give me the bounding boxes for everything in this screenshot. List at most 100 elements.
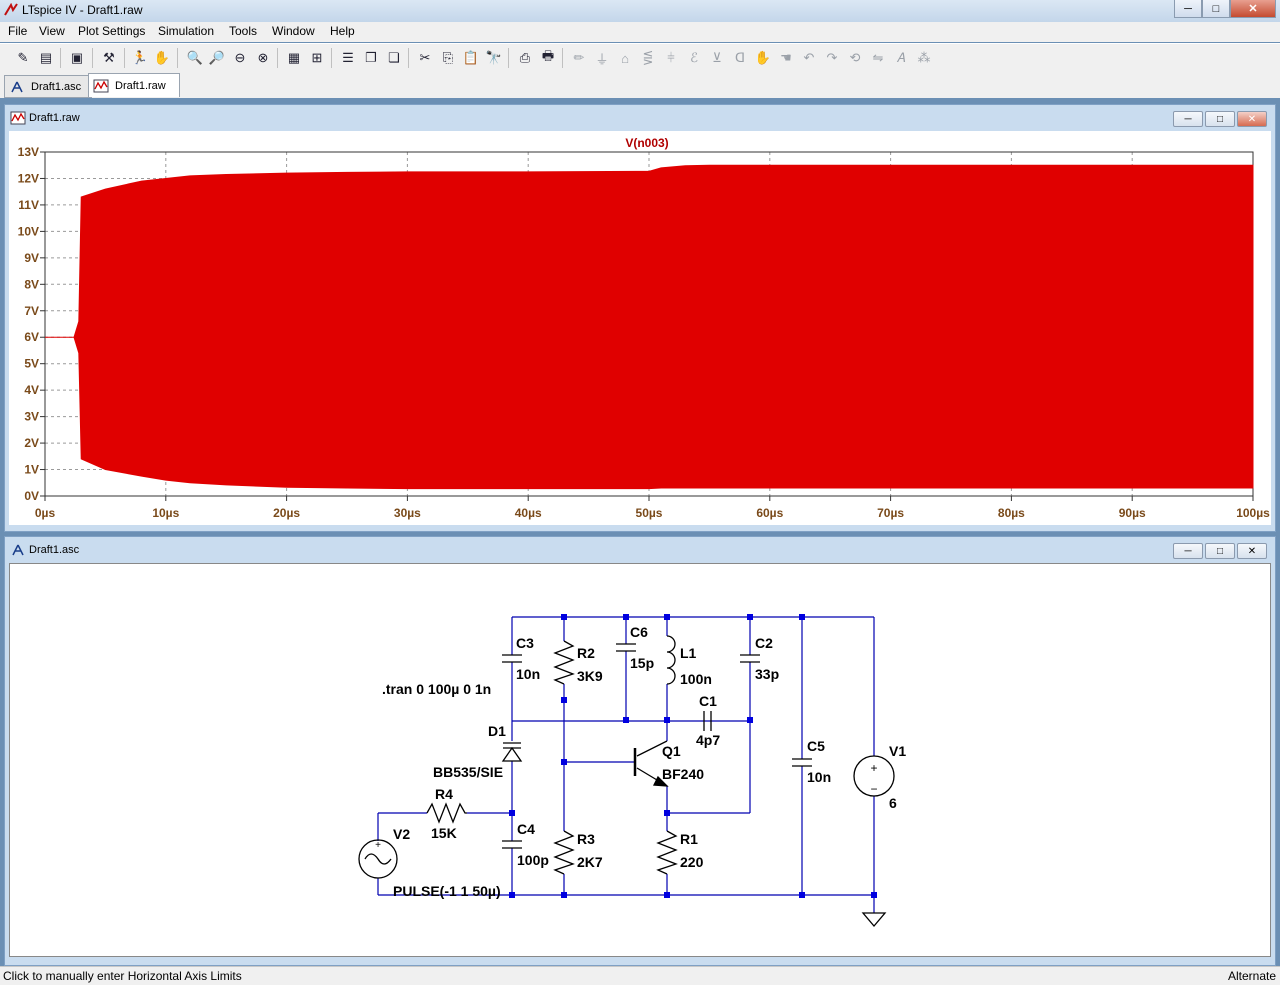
- status-bar: Click to manually enter Horizontal Axis …: [0, 966, 1280, 985]
- new-schematic-icon[interactable]: ✎: [14, 49, 32, 67]
- print-icon[interactable]: 🖶: [539, 48, 557, 67]
- schematic-canvas[interactable]: + − + C3 10n R2 3K9 C6 15p L1 100n C2 33…: [9, 563, 1271, 957]
- menu-plot-settings[interactable]: Plot Settings: [78, 24, 145, 38]
- value-c5: 10n: [807, 769, 831, 785]
- inductor-icon[interactable]: ℰ: [685, 49, 703, 67]
- tile-horizontal-icon[interactable]: ☰: [339, 49, 357, 67]
- status-message: Click to manually enter Horizontal Axis …: [3, 969, 242, 983]
- cut-icon[interactable]: ✂: [416, 49, 434, 67]
- run-icon[interactable]: 🏃: [131, 49, 149, 67]
- y-tick-label: 5V: [24, 357, 39, 371]
- ltspice-logo-icon: [4, 3, 18, 16]
- menu-simulation[interactable]: Simulation: [158, 24, 214, 38]
- y-tick-label: 4V: [24, 383, 39, 397]
- x-tick-label: 50µs: [636, 506, 663, 520]
- tile-vertical-icon[interactable]: ❏: [385, 49, 403, 67]
- tab-draft1-asc[interactable]: Draft1.asc: [4, 75, 92, 98]
- schematic-icon: [12, 544, 24, 556]
- label-v1: V1: [889, 743, 906, 759]
- svg-text:−: −: [870, 782, 877, 796]
- value-l1: 100n: [680, 671, 712, 687]
- x-tick-label: 80µs: [998, 506, 1025, 520]
- minimize-button[interactable]: ─: [1174, 0, 1202, 18]
- plot-maximize-button[interactable]: □: [1205, 111, 1235, 127]
- pan-icon[interactable]: 🔎: [208, 49, 226, 67]
- x-tick-label: 70µs: [877, 506, 904, 520]
- waveform-icon: [10, 111, 26, 125]
- zoom-area-icon[interactable]: 🔍: [186, 49, 204, 67]
- maximize-button[interactable]: □: [1202, 0, 1230, 18]
- draw-wire-icon[interactable]: ✏: [570, 49, 588, 67]
- mirror-icon[interactable]: ⇋: [869, 49, 887, 67]
- tab-label: Draft1.raw: [115, 79, 166, 92]
- copy-icon[interactable]: ⎘: [439, 49, 457, 67]
- open-icon[interactable]: ▤: [37, 49, 55, 67]
- x-tick-label: 20µs: [273, 506, 300, 520]
- menu-window[interactable]: Window: [272, 24, 315, 38]
- value-c2: 33p: [755, 666, 779, 682]
- y-tick-label: 2V: [24, 436, 39, 450]
- x-tick-label: 100µs: [1236, 506, 1270, 520]
- resistor-icon[interactable]: ⋚: [639, 49, 657, 67]
- autorange-icon[interactable]: ▦: [285, 49, 303, 67]
- ground-icon[interactable]: ⏚: [593, 49, 611, 67]
- label-d1: D1: [488, 723, 506, 739]
- label-c3: C3: [516, 635, 534, 651]
- fft-icon[interactable]: ⊞: [308, 49, 326, 67]
- paste-icon[interactable]: 📋: [462, 49, 480, 67]
- capacitor-icon[interactable]: ⫩: [662, 49, 680, 67]
- move-icon[interactable]: ✋: [754, 49, 772, 67]
- y-tick-label: 8V: [24, 277, 39, 291]
- menu-file[interactable]: File: [8, 24, 27, 38]
- value-r3: 2K7: [577, 854, 603, 870]
- cascade-icon[interactable]: ❐: [362, 49, 380, 67]
- component-icon[interactable]: ᗡ: [731, 49, 749, 67]
- plot-minimize-button[interactable]: ─: [1173, 111, 1203, 127]
- menu-tools[interactable]: Tools: [229, 24, 257, 38]
- y-tick-label: 0V: [24, 489, 39, 503]
- find-icon[interactable]: 🔭: [485, 49, 503, 67]
- redo-icon[interactable]: ↷: [823, 49, 841, 67]
- value-v1: 6: [889, 795, 897, 811]
- spice-directive: .tran 0 100µ 0 1n: [382, 681, 491, 697]
- series-v-n003: [45, 164, 1254, 490]
- label-v2: V2: [393, 826, 410, 842]
- schematic-drawing[interactable]: + − + C3 10n R2 3K9 C6 15p L1 100n C2 33…: [10, 564, 1270, 956]
- y-tick-label: 3V: [24, 410, 39, 424]
- rotate-icon[interactable]: ⟲: [846, 49, 864, 67]
- print-preview-icon[interactable]: ⎙: [516, 49, 534, 67]
- zoom-fit-icon[interactable]: ⊗: [254, 49, 272, 67]
- y-tick-label: 6V: [24, 330, 39, 344]
- menu-help[interactable]: Help: [330, 24, 355, 38]
- schematic-close-button[interactable]: ✕: [1237, 543, 1267, 559]
- save-icon[interactable]: ▣: [68, 49, 86, 67]
- label-net-icon[interactable]: ⌂: [616, 49, 634, 67]
- label-c1: C1: [699, 693, 717, 709]
- plot-window-titlebar: Draft1.raw ─ □ ✕: [5, 105, 1275, 131]
- toolbar: ✎ ▤ ▣ ⚒ 🏃 ✋ 🔍 🔎 ⊖ ⊗ ▦ ⊞ ☰ ❐ ❏ ✂ ⎘ 📋 🔭 ⎙ …: [0, 43, 1280, 73]
- waveform-icon: [93, 79, 109, 93]
- tab-draft1-raw[interactable]: Draft1.raw: [88, 73, 180, 97]
- label-c5: C5: [807, 738, 825, 754]
- zoom-out-icon[interactable]: ⊖: [231, 49, 249, 67]
- waveform-chart[interactable]: 0µs 10µs 20µs 30µs 40µs 50µs 60µs 70µs 80µs 90µs 1…: [9, 131, 1271, 525]
- label-r3: R3: [577, 831, 595, 847]
- schematic-maximize-button[interactable]: □: [1205, 543, 1235, 559]
- schematic-window: Draft1.asc ─ □ ✕ + − + C3 10n R2 3K9 C6 …: [4, 536, 1276, 966]
- chart-title: V(n003): [625, 136, 668, 150]
- plot-close-button[interactable]: ✕: [1237, 111, 1267, 127]
- spice-directive-icon[interactable]: ⁂: [915, 49, 933, 67]
- schematic-minimize-button[interactable]: ─: [1173, 543, 1203, 559]
- control-panel-icon[interactable]: ⚒: [100, 49, 118, 67]
- label-q1: Q1: [662, 743, 681, 759]
- undo-icon[interactable]: ↶: [800, 49, 818, 67]
- menu-view[interactable]: View: [39, 24, 65, 38]
- label-c2: C2: [755, 635, 773, 651]
- halt-icon[interactable]: ✋: [153, 49, 171, 67]
- drag-icon[interactable]: ☚: [777, 49, 795, 67]
- diode-icon[interactable]: ⊻: [708, 49, 726, 67]
- value-r4: 15K: [431, 825, 457, 841]
- text-icon[interactable]: 𝐴: [892, 49, 910, 67]
- close-button[interactable]: ✕: [1230, 0, 1276, 18]
- plot-area[interactable]: 0µs 10µs 20µs 30µs 40µs 50µs 60µs 70µs 80µs 90µs 1…: [9, 131, 1271, 525]
